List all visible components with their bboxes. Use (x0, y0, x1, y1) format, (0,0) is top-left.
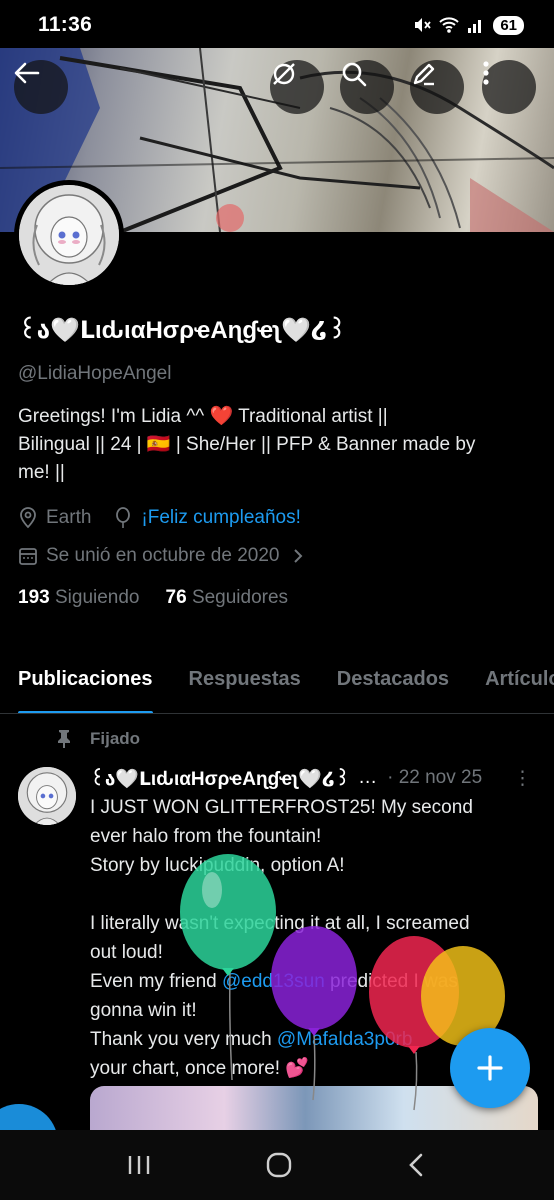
bio-line: Bilingual || 24 | 🇪🇸 | She/Her || PFP & … (18, 434, 476, 455)
signal-icon (468, 20, 482, 33)
follow-stats: 193 Siguiendo 76 Seguidores (18, 587, 538, 609)
system-navigation-bar (0, 1130, 554, 1200)
more-options-button[interactable] (482, 60, 536, 114)
mention-mafalda[interactable]: @Mafalda3p0rb (277, 1029, 412, 1050)
back-icon[interactable] (405, 1152, 429, 1178)
following-count: 193 (18, 587, 50, 608)
balloon-icon (116, 507, 131, 528)
post-avatar-artwork (18, 767, 76, 825)
mention-edd13sun[interactable]: @edd13sun (222, 971, 325, 992)
more-vertical-icon (483, 61, 489, 85)
avatar-artwork (19, 185, 119, 285)
pin-icon (58, 730, 70, 748)
wifi-icon (439, 17, 460, 33)
edit-icon (413, 63, 435, 86)
post-line: out loud! (90, 942, 163, 963)
post-line-text: predicted I was (324, 971, 458, 992)
joined-text: Se unió en octubre de 2020 (46, 545, 280, 566)
calendar-icon (19, 548, 37, 565)
tab-destacados[interactable]: Destacados (319, 664, 467, 713)
bio-line: me! || (18, 462, 65, 483)
back-arrow-icon (14, 62, 40, 84)
mute-icon (415, 18, 432, 32)
post-author-ellipsis: … (358, 767, 378, 788)
post-more-button[interactable]: ⋮ (513, 767, 532, 790)
profile-meta-row: Earth ¡Feliz cumpleaños! (18, 507, 538, 529)
display-name: ꒰ა🤍ᒪιԃιαHσρҽAɳɠҽʅ🤍໒꒱ (18, 317, 347, 344)
followers-label: Seguidores (191, 587, 289, 608)
back-button[interactable] (14, 60, 68, 114)
search-icon (342, 62, 367, 87)
status-time: 11:36 (38, 13, 93, 36)
plus-icon (477, 1055, 503, 1081)
tab-respuestas[interactable]: Respuestas (171, 664, 319, 713)
search-button[interactable] (340, 60, 394, 114)
grok-icon (273, 63, 295, 85)
edit-button[interactable] (410, 60, 464, 114)
pinned-label: Fijado (90, 729, 141, 748)
post-author-avatar[interactable] (18, 767, 76, 825)
post-line-text: Thank you very much (90, 1029, 277, 1050)
following-link[interactable]: 193 Siguiendo (18, 587, 140, 609)
post-line: Even my friend @edd13sun predicted I was (90, 967, 540, 996)
post-line: gonna win it! (90, 1000, 197, 1021)
recents-icon[interactable] (125, 1153, 153, 1177)
location-text: Earth (46, 507, 92, 528)
post-author-name[interactable]: ꒰ა🤍ᒪιԃιαHσρҽAɳɠҽʅ🤍໒꒱ (90, 765, 350, 791)
grok-button[interactable] (270, 60, 324, 114)
tab-articulos[interactable]: Artículos (467, 664, 554, 713)
post-line-text: Even my friend (90, 971, 222, 992)
post-header: ꒰ა🤍ᒪιԃιαHσρҽAɳɠҽʅ🤍໒꒱ … · 22 nov 25 ⋮ (90, 765, 540, 791)
post-date[interactable]: · 22 nov 25 (387, 767, 482, 789)
status-bar: 11:36 61 (0, 0, 554, 50)
post-line: Story by luckipuddin, option A! (90, 855, 345, 876)
post-line: I literally wasn't expecting it at all, … (90, 913, 470, 934)
profile-info: ꒰ა🤍ᒪιԃιαHσρҽAɳɠҽʅ🤍໒꒱ @LidiaHopeAngel Gre… (18, 312, 538, 609)
profile-tabs: Publicaciones Respuestas Destacados Artí… (0, 664, 554, 714)
birthday-link[interactable]: ¡Feliz cumpleaños! (141, 507, 300, 529)
tab-publicaciones[interactable]: Publicaciones (0, 664, 171, 713)
post-line: I JUST WON GLITTERFROST25! My second (90, 797, 473, 818)
home-icon[interactable] (264, 1150, 294, 1180)
location-icon (20, 507, 36, 529)
following-label: Siguiendo (54, 587, 140, 608)
profile-handle: @LidiaHopeAngel (18, 363, 172, 384)
followers-link[interactable]: 76 Seguidores (166, 587, 289, 609)
profile-bio: Greetings! I'm Lidia ^^ ❤️ Traditional a… (18, 403, 538, 487)
compose-button[interactable] (450, 1028, 530, 1108)
profile-avatar[interactable] (14, 180, 124, 290)
post-line: ever halo from the fountain! (90, 826, 322, 847)
followers-count: 76 (165, 587, 187, 608)
status-icons: 61 (413, 15, 524, 35)
joined-row[interactable]: Se unió en octubre de 2020 (18, 545, 538, 567)
battery-badge: 61 (493, 15, 524, 35)
bio-line: Greetings! I'm Lidia ^^ ❤️ Traditional a… (18, 406, 388, 427)
pinned-indicator: Fijado (56, 729, 140, 749)
chevron-right-icon (294, 549, 303, 563)
